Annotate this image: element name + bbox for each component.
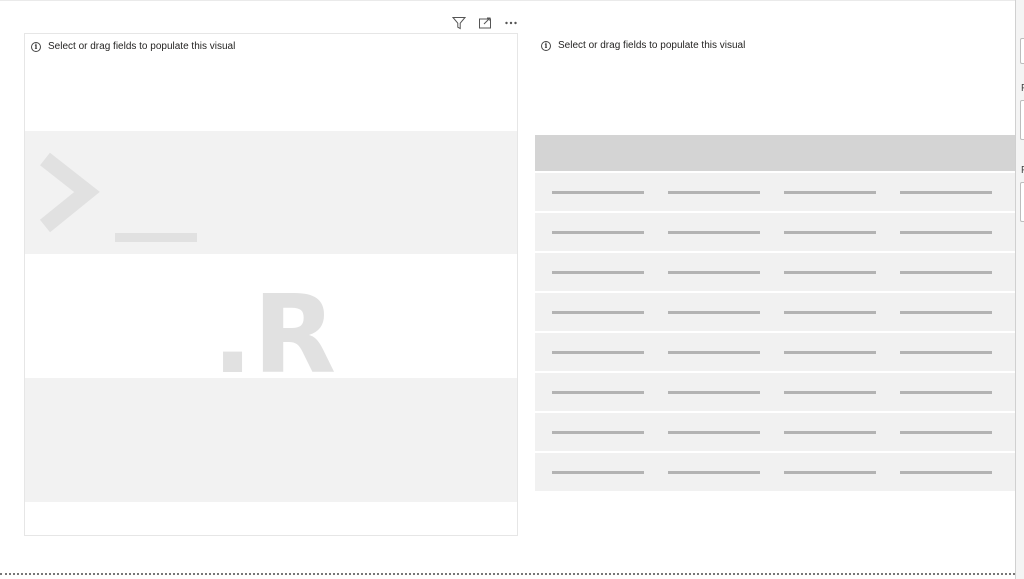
table-placeholder-row [535, 293, 1015, 331]
table-placeholder-row [535, 253, 1015, 291]
side-pane-box[interactable] [1020, 182, 1024, 222]
page-bottom-boundary [0, 573, 1015, 575]
table-placeholder-row [535, 413, 1015, 451]
table-placeholder-row [535, 173, 1015, 211]
canvas-top-divider [0, 0, 1015, 1]
table-placeholder-header [535, 135, 1015, 171]
table-visual[interactable]: i Select or drag fields to populate this… [535, 33, 1015, 503]
side-pane-box[interactable] [1020, 100, 1024, 140]
visual-header [450, 14, 520, 32]
info-icon: i [541, 40, 551, 51]
table-visual-message: Select or drag fields to populate this v… [558, 40, 746, 51]
r-placeholder-text: .R [212, 273, 336, 398]
side-pane-box[interactable] [1020, 38, 1024, 64]
filter-icon[interactable] [450, 14, 468, 32]
table-placeholder-row [535, 453, 1015, 491]
more-options-icon[interactable] [502, 14, 520, 32]
focus-mode-icon[interactable] [476, 14, 494, 32]
table-icon [535, 135, 1015, 491]
table-placeholder-row [535, 213, 1015, 251]
r-script-icon: .R [39, 152, 336, 398]
table-placeholder-row [535, 333, 1015, 371]
table-visual-info: i Select or drag fields to populate this… [541, 40, 745, 51]
table-placeholder-row [535, 373, 1015, 411]
report-canvas: i Select or drag fields to populate this… [0, 0, 1015, 579]
side-pane-edge[interactable]: F F [1015, 0, 1024, 579]
r-script-visual[interactable]: i Select or drag fields to populate this… [24, 33, 518, 536]
